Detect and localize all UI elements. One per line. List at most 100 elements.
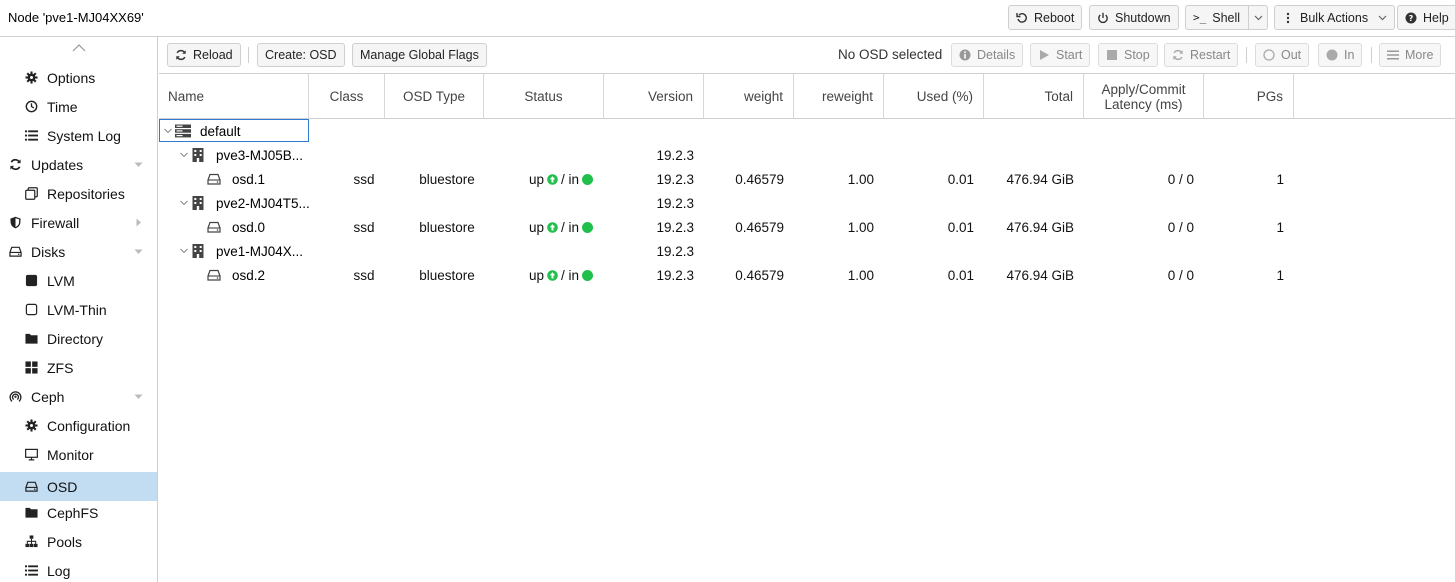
sidebar-item-configuration[interactable]: Configuration bbox=[0, 411, 157, 440]
sidebar-item-label: ZFS bbox=[47, 359, 74, 376]
expander-icon[interactable] bbox=[179, 246, 189, 256]
column-header-status[interactable]: Status bbox=[484, 74, 604, 119]
in-label: In bbox=[1344, 48, 1355, 62]
column-header-label: OSD Type bbox=[402, 89, 466, 104]
details-button[interactable]: Details bbox=[951, 43, 1024, 67]
start-button[interactable]: Start bbox=[1030, 43, 1091, 67]
shell-dropdown-toggle[interactable] bbox=[1248, 6, 1263, 29]
expander-icon[interactable] bbox=[163, 126, 173, 136]
tree-row-osd[interactable]: osd.1 ssd bluestore up / in 19.2.3 0.465… bbox=[159, 167, 1455, 191]
status-in-text: / in bbox=[561, 219, 580, 235]
restart-button[interactable]: Restart bbox=[1164, 43, 1239, 67]
sidebar-item-log[interactable]: Log bbox=[0, 556, 157, 582]
sidebar-item-label: System Log bbox=[47, 127, 121, 144]
chevron-down-icon[interactable] bbox=[134, 247, 143, 256]
column-header-version[interactable]: Version bbox=[604, 74, 704, 119]
osd-toolbar: Reload Create: OSD Manage Global Flags N… bbox=[159, 37, 1455, 72]
out-button[interactable]: Out bbox=[1255, 43, 1310, 67]
chevron-right-icon[interactable] bbox=[134, 218, 143, 227]
expander-icon[interactable] bbox=[179, 150, 189, 160]
drive-icon bbox=[9, 246, 22, 257]
cell-latency: 0 / 0 bbox=[1167, 171, 1194, 187]
cell-pgs: 1 bbox=[1276, 171, 1284, 187]
cell-pgs: 1 bbox=[1276, 219, 1284, 235]
refresh-icon bbox=[1173, 49, 1183, 61]
drive-icon bbox=[207, 173, 221, 185]
building-icon bbox=[192, 148, 204, 162]
play-icon bbox=[1040, 50, 1049, 60]
sidebar-item-repositories[interactable]: Repositories bbox=[0, 179, 157, 208]
list-icon bbox=[25, 565, 38, 576]
list-icon bbox=[25, 130, 38, 141]
cell-version: 19.2.3 bbox=[656, 219, 694, 235]
column-header-class[interactable]: Class bbox=[309, 74, 385, 119]
selection-status: No OSD selected bbox=[838, 47, 943, 62]
sidebar-item-cephfs[interactable]: CephFS bbox=[0, 498, 157, 527]
tree-row-osd[interactable]: osd.2 ssd bluestore up / in 19.2.3 0.465… bbox=[159, 263, 1455, 287]
row-name: osd.1 bbox=[232, 171, 266, 187]
bulk-actions-button[interactable]: Bulk Actions bbox=[1274, 5, 1396, 30]
start-label: Start bbox=[1056, 48, 1083, 62]
column-header-used[interactable]: Used (%) bbox=[884, 74, 984, 119]
ellipsis-vertical-icon bbox=[1286, 12, 1290, 23]
sidebar-item-disks[interactable]: Disks bbox=[0, 237, 157, 266]
column-header-weight[interactable]: weight bbox=[704, 74, 794, 119]
sidebar-item-lvm-thin[interactable]: LVM-Thin bbox=[0, 295, 157, 324]
manage-global-flags-button[interactable]: Manage Global Flags bbox=[352, 43, 487, 67]
column-header-osd-type[interactable]: OSD Type bbox=[385, 74, 484, 119]
expander-icon[interactable] bbox=[179, 198, 189, 208]
sidebar-item-label: Updates bbox=[31, 156, 84, 173]
tree-row-osd[interactable]: osd.0 ssd bluestore up / in 19.2.3 0.465… bbox=[159, 215, 1455, 239]
details-label: Details bbox=[977, 48, 1016, 62]
column-header-latency[interactable]: Apply/Commit Latency (ms) bbox=[1084, 74, 1204, 119]
reboot-button[interactable]: Reboot bbox=[1008, 5, 1083, 30]
sidebar-item-zfs[interactable]: ZFS bbox=[0, 353, 157, 382]
more-button[interactable]: More bbox=[1379, 43, 1442, 67]
sidebar-item-firewall[interactable]: Firewall bbox=[0, 208, 157, 237]
sidebar-item-pools[interactable]: Pools bbox=[0, 527, 157, 556]
column-header-reweight[interactable]: reweight bbox=[794, 74, 884, 119]
column-header-label: Apply/Commit bbox=[1101, 81, 1186, 97]
sidebar-item-system-log[interactable]: System Log bbox=[0, 121, 157, 150]
row-name: pve2-MJ04T5... bbox=[216, 195, 309, 211]
column-header-name[interactable]: Name bbox=[159, 74, 309, 119]
tree-row-host[interactable]: pve3-MJ05B... 19.2.3 bbox=[159, 143, 1455, 167]
tree-row-host[interactable]: pve1-MJ04X... 19.2.3 bbox=[159, 239, 1455, 263]
reload-button[interactable]: Reload bbox=[167, 43, 241, 67]
status-up-text: up bbox=[529, 267, 545, 283]
sidebar-item-options[interactable]: Options bbox=[0, 63, 157, 92]
sidebar-item-label: Log bbox=[47, 562, 71, 579]
cell-osd-type: bluestore bbox=[419, 219, 475, 235]
sidebar-item-osd[interactable]: OSD bbox=[0, 472, 157, 501]
sidebar-item-label: OSD bbox=[47, 478, 78, 495]
create-osd-button[interactable]: Create: OSD bbox=[257, 43, 345, 67]
column-header-label: Latency (ms) bbox=[1104, 96, 1183, 112]
shell-button[interactable]: >_ Shell bbox=[1185, 5, 1269, 30]
help-button[interactable]: ? Help bbox=[1397, 5, 1455, 30]
sidebar-item-ceph[interactable]: Ceph bbox=[0, 382, 157, 411]
in-button[interactable]: In bbox=[1318, 43, 1363, 67]
sidebar-item-time[interactable]: Time bbox=[0, 92, 157, 121]
sidebar-item-monitor[interactable]: Monitor bbox=[0, 440, 157, 469]
sidebar: Options Time System Log Updates Reposito… bbox=[0, 37, 158, 582]
tree-row-root[interactable]: default bbox=[159, 119, 1455, 143]
cell-version: 19.2.3 bbox=[656, 243, 694, 259]
status-up-text: up bbox=[529, 219, 545, 235]
arrow-up-circle-icon bbox=[547, 221, 558, 233]
sidebar-item-label: Time bbox=[47, 98, 78, 115]
tree-row-host[interactable]: pve2-MJ04T5... 19.2.3 bbox=[159, 191, 1455, 215]
sidebar-item-updates[interactable]: Updates bbox=[0, 150, 157, 179]
shutdown-button[interactable]: Shutdown bbox=[1089, 5, 1179, 30]
scroll-up-icon[interactable] bbox=[72, 43, 86, 53]
column-header-pgs[interactable]: PGs bbox=[1204, 74, 1294, 119]
sidebar-item-lvm[interactable]: LVM bbox=[0, 266, 157, 295]
grid-icon bbox=[25, 361, 38, 374]
stop-button[interactable]: Stop bbox=[1098, 43, 1158, 67]
column-header-total[interactable]: Total bbox=[984, 74, 1084, 119]
chevron-down-icon[interactable] bbox=[134, 392, 143, 401]
cell-weight: 0.46579 bbox=[735, 219, 784, 235]
sidebar-item-directory[interactable]: Directory bbox=[0, 324, 157, 353]
in-status-dot bbox=[582, 221, 594, 233]
chevron-down-icon[interactable] bbox=[134, 160, 143, 169]
cell-weight: 0.46579 bbox=[735, 267, 784, 283]
